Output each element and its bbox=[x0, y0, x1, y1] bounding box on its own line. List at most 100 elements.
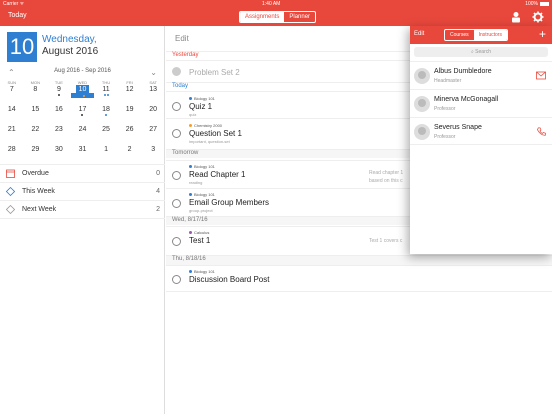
event-dot bbox=[82, 95, 85, 97]
tab-assignments[interactable]: Assignments bbox=[240, 12, 285, 22]
calendar-day[interactable]: 21 bbox=[0, 126, 24, 133]
calendar-day[interactable]: 23 bbox=[47, 126, 71, 133]
calendar-day[interactable]: 15 bbox=[24, 106, 48, 116]
calendar-day[interactable]: 7 bbox=[0, 86, 24, 98]
complete-checkbox[interactable] bbox=[172, 67, 181, 76]
summary-this-week[interactable]: This Week 4 bbox=[0, 182, 165, 200]
avatar bbox=[414, 96, 430, 112]
complete-checkbox[interactable] bbox=[172, 237, 181, 246]
complete-checkbox[interactable] bbox=[172, 199, 181, 208]
summary-count: 4 bbox=[156, 188, 160, 195]
tab-courses[interactable]: Courses bbox=[445, 30, 474, 40]
calendar-day[interactable]: 25 bbox=[94, 126, 118, 133]
instructor-role: Professor bbox=[434, 106, 456, 112]
search-input[interactable]: ⌕ Search bbox=[414, 47, 548, 57]
calendar-header: ⌃ Aug 2016 - Sep 2016 ⌄ bbox=[0, 68, 165, 78]
instructor-name: Severus Snape bbox=[434, 124, 482, 131]
tab-planner[interactable]: Planner bbox=[284, 12, 315, 22]
calendar-day[interactable]: 24 bbox=[71, 126, 95, 133]
calendar-day[interactable]: 3 bbox=[141, 146, 165, 153]
calendar-day[interactable]: 29 bbox=[24, 146, 48, 153]
task-title: Email Group Members bbox=[189, 198, 270, 207]
gear-icon[interactable] bbox=[532, 11, 544, 23]
calendar-day[interactable]: 31 bbox=[71, 146, 95, 153]
calendar-day[interactable]: 16 bbox=[47, 106, 71, 116]
calendar-day[interactable]: 26 bbox=[118, 126, 142, 133]
calendar-day[interactable]: 20 bbox=[141, 106, 165, 116]
phone-icon[interactable] bbox=[536, 127, 546, 136]
calendar-day[interactable]: 8 bbox=[24, 86, 48, 98]
instructor-row[interactable]: Albus Dumbledore Headmaster bbox=[410, 61, 552, 89]
search-placeholder: Search bbox=[475, 49, 492, 55]
event-dot bbox=[106, 94, 109, 96]
calendar-day[interactable]: 19 bbox=[118, 106, 142, 116]
battery-percent: 100% bbox=[525, 1, 538, 7]
task-title: Quiz 1 bbox=[189, 102, 213, 111]
instructor-name: Minerva McGonagall bbox=[434, 96, 499, 103]
course-label: Biology 101 bbox=[189, 269, 215, 274]
summary-next-week[interactable]: Next Week 2 bbox=[0, 200, 165, 218]
weekday-label: TUE bbox=[54, 80, 63, 85]
section-thu: Thu, 8/18/16 bbox=[166, 255, 552, 265]
weekday-label: SAT bbox=[149, 80, 157, 85]
summary-label: Next Week bbox=[22, 206, 57, 213]
summary-label: This Week bbox=[22, 188, 55, 195]
popover-edit-button[interactable]: Edit bbox=[414, 31, 424, 37]
calendar-day[interactable]: 14 bbox=[0, 106, 24, 116]
calendar-day[interactable]: 22 bbox=[24, 126, 48, 133]
calendar-day[interactable]: 11 bbox=[94, 86, 118, 98]
tab-instructors[interactable]: Instructors bbox=[473, 30, 507, 40]
calendar-week: 21 22 23 24 25 26 27 bbox=[0, 126, 165, 133]
complete-checkbox[interactable] bbox=[172, 171, 181, 180]
date-weekday: Wednesday, bbox=[42, 34, 97, 45]
task-note: Read chapter 1 bbox=[369, 170, 404, 176]
complete-checkbox[interactable] bbox=[172, 129, 181, 138]
calendar-day[interactable]: 13 bbox=[141, 86, 165, 98]
calendar-day[interactable]: 9 bbox=[47, 86, 71, 98]
calendar-day[interactable]: 30 bbox=[47, 146, 71, 153]
this-week-icon bbox=[6, 187, 15, 196]
task-tags: group-project bbox=[189, 208, 213, 213]
task-title: Test 1 bbox=[189, 236, 211, 245]
instructor-row[interactable]: Minerva McGonagall Professor bbox=[410, 89, 552, 117]
popover-switcher: Courses Instructors bbox=[444, 29, 508, 41]
summary-overdue[interactable]: Overdue 0 bbox=[0, 164, 165, 182]
course-color-dot bbox=[189, 165, 192, 168]
calendar-day-selected[interactable]: 10 bbox=[70, 85, 95, 98]
course-color-dot bbox=[189, 270, 192, 273]
task-note: based on this c bbox=[369, 178, 403, 184]
task-title: Discussion Board Post bbox=[189, 275, 270, 284]
calendar-range: Aug 2016 - Sep 2016 bbox=[54, 68, 111, 74]
calendar-day[interactable]: 18 bbox=[94, 106, 118, 116]
calendar-day[interactable]: 28 bbox=[0, 146, 24, 153]
task-tags: reading bbox=[189, 180, 203, 185]
summary-count: 0 bbox=[156, 170, 160, 177]
course-label: Chemistry 2000 bbox=[189, 123, 222, 128]
chevron-down-icon[interactable]: ⌄ bbox=[150, 68, 157, 77]
next-week-icon bbox=[6, 205, 15, 214]
calendar-day[interactable]: 27 bbox=[141, 126, 165, 133]
instructor-icon[interactable] bbox=[510, 11, 522, 23]
calendar-week: 7 8 9 10 11 12 13 bbox=[0, 85, 165, 98]
calendar-day[interactable]: 17 bbox=[71, 106, 95, 116]
calendar-day[interactable]: 2 bbox=[118, 146, 142, 153]
sidebar: 10 Wednesday, August 2016 ⌃ Aug 2016 - S… bbox=[0, 26, 165, 414]
weekday-label: FRI bbox=[126, 80, 133, 85]
calendar-day[interactable]: 12 bbox=[118, 86, 142, 98]
status-time: 1:40 AM bbox=[262, 1, 281, 7]
instructor-row[interactable]: Severus Snape Professor bbox=[410, 117, 552, 145]
task-note: Test 1 covers c bbox=[369, 238, 403, 244]
task-tags: quiz bbox=[189, 112, 197, 117]
view-switcher: Assignments Planner bbox=[239, 11, 317, 23]
email-icon[interactable] bbox=[536, 71, 546, 80]
today-button[interactable]: Today bbox=[8, 12, 27, 19]
course-color-dot bbox=[189, 124, 192, 127]
complete-checkbox[interactable] bbox=[172, 102, 181, 111]
weekday-label: THU bbox=[101, 80, 111, 85]
calendar-day[interactable]: 1 bbox=[94, 146, 118, 153]
edit-button[interactable]: Edit bbox=[175, 34, 189, 43]
add-instructor-button[interactable]: + bbox=[539, 27, 546, 41]
course-color-dot bbox=[189, 97, 192, 100]
task-row[interactable]: Biology 101 Discussion Board Post bbox=[166, 265, 552, 292]
complete-checkbox[interactable] bbox=[172, 275, 181, 284]
